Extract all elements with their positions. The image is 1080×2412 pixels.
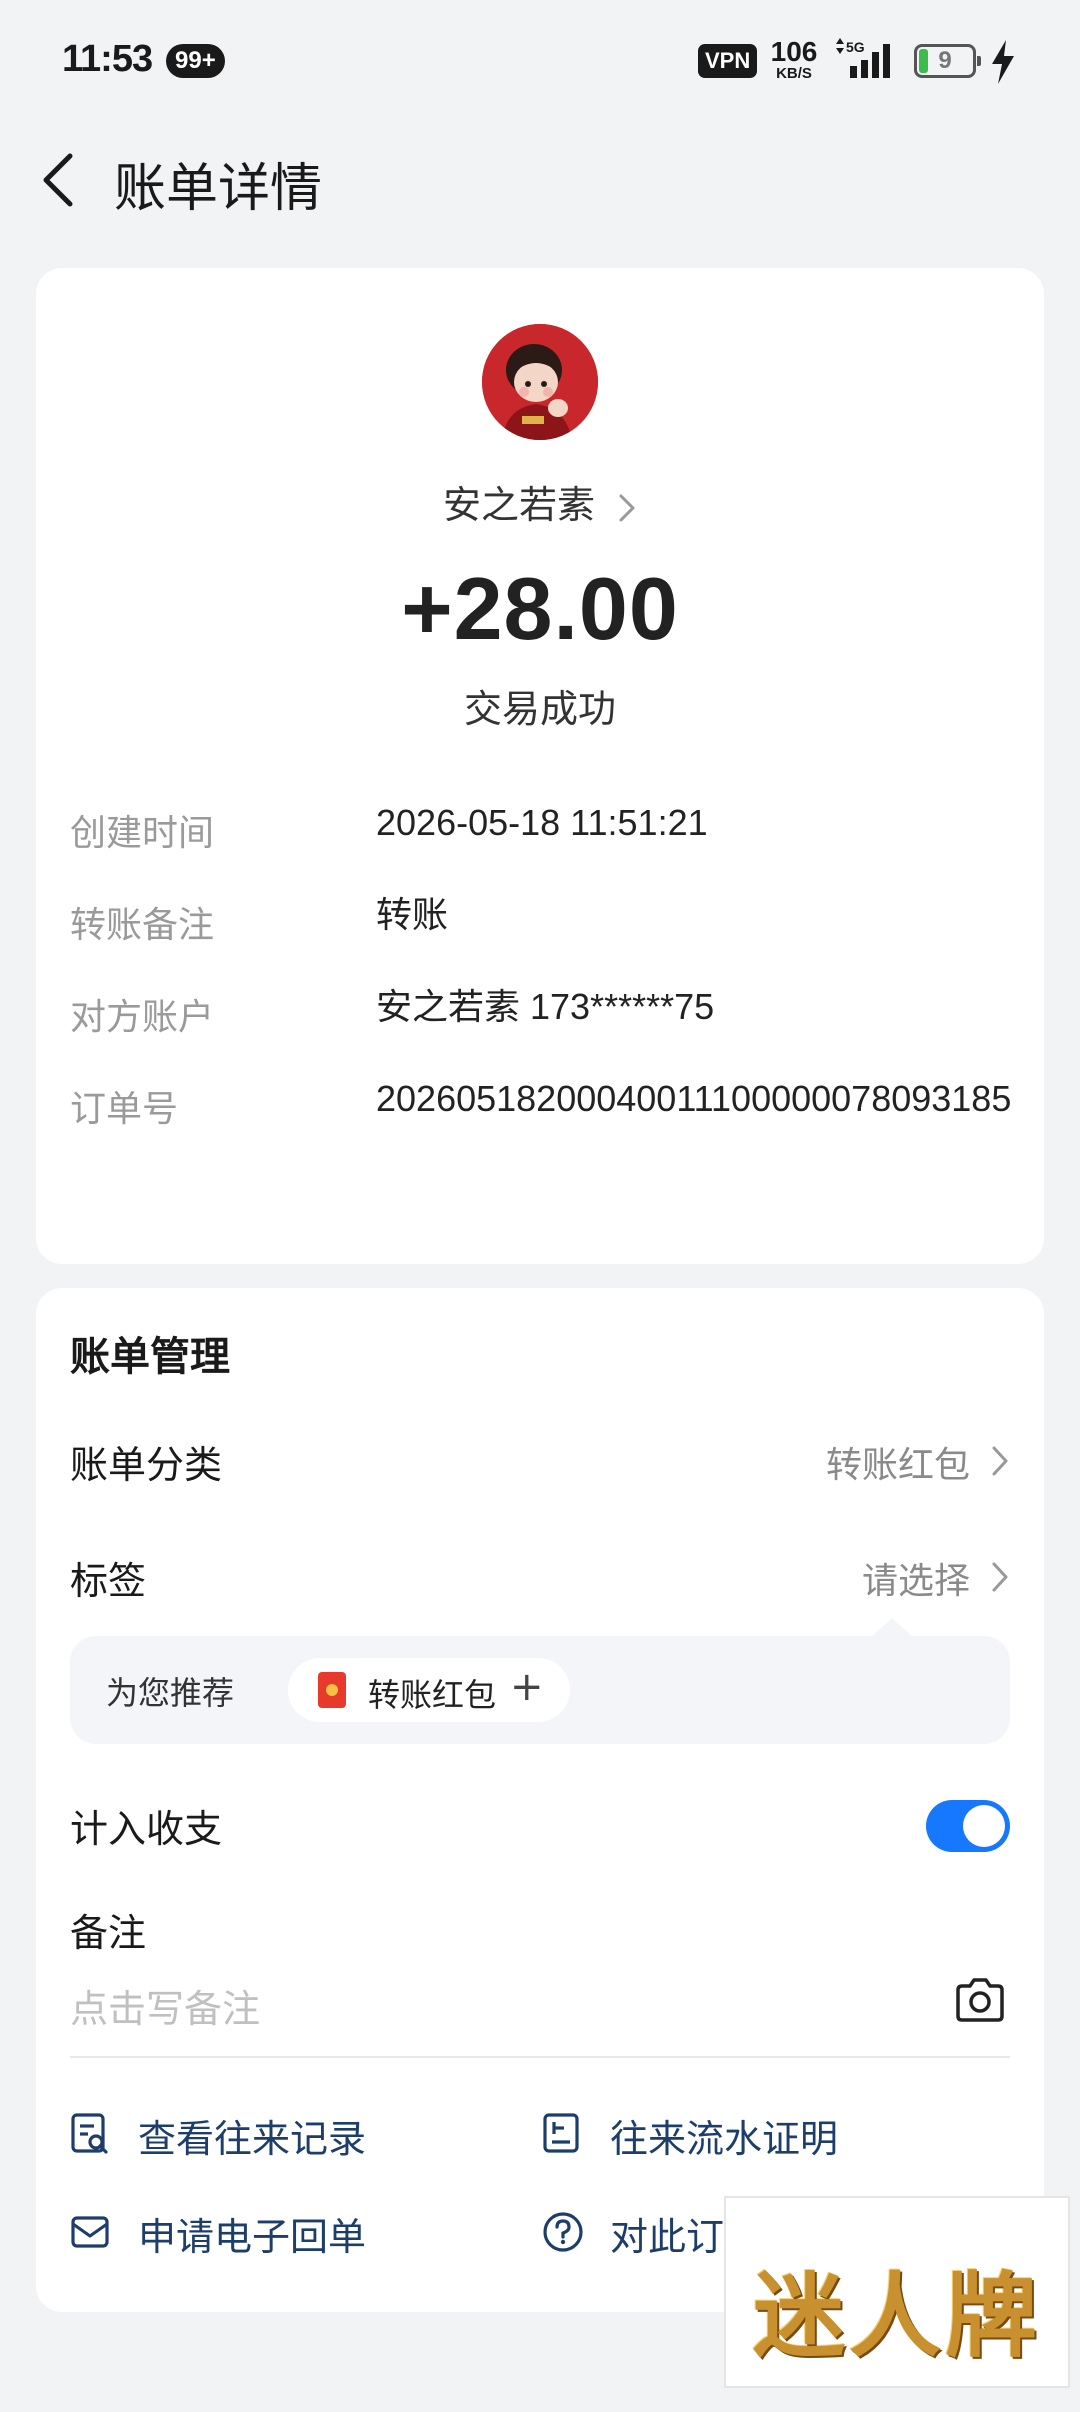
include-in-stats-label: 计入收支	[70, 1807, 223, 1851]
statement-icon	[543, 2113, 579, 2153]
transaction-status: 交易成功	[463, 687, 616, 731]
battery-icon: 9	[914, 44, 981, 78]
detail-value: 安之若素 173******75	[376, 986, 715, 1027]
detail-value: 2026-05-18 11:51:21	[376, 802, 708, 843]
tag-recommendation-panel: 为您推荐 转账红包 +	[70, 1618, 1010, 1744]
add-tag-icon[interactable]: +	[510, 1664, 544, 1710]
back-arrow-icon[interactable]	[36, 150, 86, 210]
bill-summary-card: 安之若素 +28.00 交易成功 创建时间 2026-05-18 11:51:2…	[36, 268, 1044, 1264]
transaction-amount: +28.00	[401, 559, 679, 658]
counterparty-name: 安之若素	[442, 483, 595, 527]
status-bar: 11:53 99+ VPN 106 KB/S 5G 9	[0, 0, 1080, 124]
camera-icon[interactable]	[954, 1976, 1006, 2024]
section-title: 账单管理	[70, 1334, 230, 1380]
include-in-stats-toggle[interactable]	[926, 1800, 1010, 1852]
chevron-right-icon	[992, 1562, 1008, 1592]
order-number-value[interactable]: 20260518200040011100000078093185	[376, 1070, 1036, 1128]
network-speed-unit: KB/S	[776, 65, 812, 82]
red-envelope-icon	[318, 1672, 346, 1708]
record-search-icon	[71, 2113, 108, 2154]
note-input[interactable]: 点击写备注	[70, 1978, 260, 2033]
chevron-right-icon	[619, 494, 635, 521]
status-time: 11:53	[62, 38, 153, 80]
tag-value: 请选择	[861, 1561, 970, 1602]
network-type: 5G	[846, 39, 865, 55]
detail-label: 对方账户	[70, 997, 215, 1038]
bill-management-card: 账单管理 账单分类 转账红包 标签 请选择 为您推荐 转账红包 + 计入收支 备…	[36, 1288, 1044, 2312]
category-value: 转账红包	[825, 1445, 970, 1486]
watermark-logo: 迷人牌	[724, 2196, 1070, 2388]
page-title: 账单详情	[114, 159, 323, 219]
help-icon	[543, 2212, 583, 2252]
signal-5g-icon: 5G	[836, 38, 890, 78]
link-label: 往来流水证明	[610, 2117, 839, 2161]
divider	[70, 2056, 1010, 2058]
tag-row[interactable]: 标签 请选择	[70, 1550, 1010, 1610]
recommended-tag-chip[interactable]: 转账红包 +	[288, 1658, 570, 1722]
mail-icon	[71, 2216, 109, 2248]
charging-icon	[992, 40, 1014, 84]
note-label: 备注	[70, 1911, 147, 1955]
network-speed: 106 KB/S	[768, 36, 820, 82]
vpn-badge: VPN	[698, 44, 758, 78]
detail-label: 转账备注	[70, 905, 215, 946]
battery-level: 9	[938, 47, 952, 74]
link-label: 查看往来记录	[138, 2117, 367, 2161]
recommend-label: 为您推荐	[106, 1674, 235, 1712]
chevron-right-icon	[992, 1446, 1008, 1476]
avatar[interactable]	[482, 324, 598, 440]
detail-label: 订单号	[70, 1089, 179, 1130]
link-label: 对此订	[610, 2215, 725, 2259]
detail-label: 创建时间	[70, 813, 215, 854]
watermark-text: 迷人牌	[752, 2262, 1041, 2370]
include-in-stats-row: 计入收支	[70, 1798, 1010, 1858]
link-label: 申请电子回单	[138, 2215, 367, 2259]
detail-value: 转账	[376, 894, 449, 935]
avatar-image	[482, 324, 598, 440]
network-speed-value: 106	[770, 36, 818, 67]
tag-label: 标签	[70, 1559, 147, 1603]
category-label: 账单分类	[70, 1443, 223, 1487]
notification-badge: 99+	[166, 44, 225, 78]
recommended-tag-label: 转账红包	[368, 1676, 497, 1714]
category-row[interactable]: 账单分类 转账红包	[70, 1434, 1010, 1494]
toggle-knob	[963, 1805, 1005, 1847]
counterparty-name-row[interactable]: 安之若素	[36, 474, 1044, 529]
